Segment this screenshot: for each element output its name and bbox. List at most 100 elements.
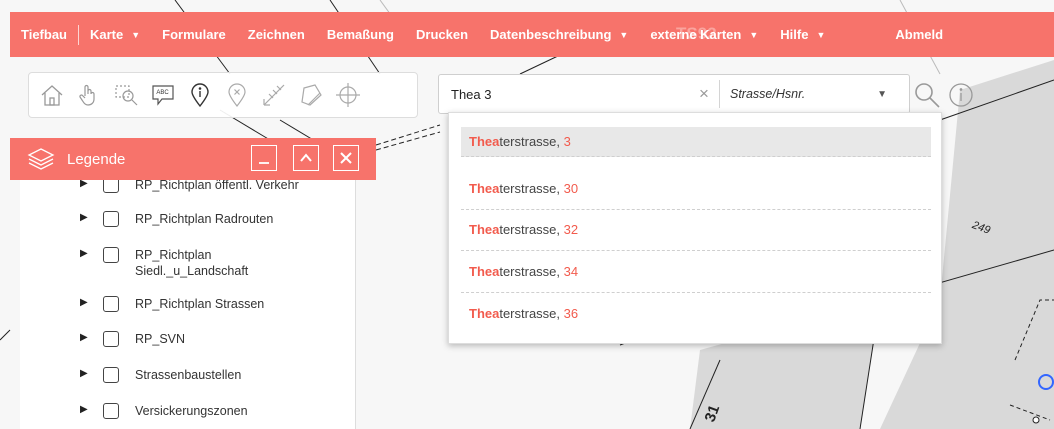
expand-triangle-icon[interactable]: ▶ bbox=[80, 180, 90, 191]
nav-label: Datenbeschreibung bbox=[490, 27, 612, 42]
tool-crosshair[interactable] bbox=[329, 75, 366, 115]
suggestion-item[interactable]: Thea terstrasse, 34 bbox=[461, 251, 931, 293]
expand-triangle-icon[interactable]: ▶ bbox=[80, 331, 90, 345]
legend-header[interactable]: Legende bbox=[10, 138, 376, 180]
tool-home[interactable] bbox=[33, 75, 70, 115]
caret-down-icon: ▼ bbox=[619, 29, 629, 40]
caret-down-icon: ▼ bbox=[816, 29, 826, 40]
legend-item-label: RP_Richtplan Strassen bbox=[135, 297, 265, 311]
minimize-button[interactable] bbox=[251, 145, 277, 171]
layer-checkbox[interactable] bbox=[103, 247, 119, 263]
legend-item-label: Versickerungszonen bbox=[135, 404, 248, 418]
close-button[interactable] bbox=[333, 145, 359, 171]
zoom-box-icon bbox=[114, 85, 137, 106]
suggestion-item[interactable]: Thea terstrasse, 30 bbox=[461, 168, 931, 210]
suggestion-rest: terstrasse, bbox=[499, 134, 564, 149]
nav-label: Drucken bbox=[416, 27, 469, 42]
layers-icon bbox=[27, 148, 55, 170]
tool-remove-marker[interactable] bbox=[218, 75, 255, 115]
search-icon[interactable] bbox=[912, 80, 942, 110]
suggestion-item[interactable]: Thea terstrasse, 3 bbox=[461, 127, 931, 157]
caret-down-icon: ▼ bbox=[749, 29, 759, 40]
close-icon bbox=[340, 152, 352, 164]
layer-checkbox[interactable] bbox=[103, 211, 119, 227]
legend-item: ▶ RP_Richtplan Siedl._u_Landschaft bbox=[20, 247, 255, 279]
remove-marker-icon bbox=[227, 83, 246, 107]
caret-down-icon: ▼ bbox=[131, 29, 141, 40]
main-navbar: TS92 Tiefbau Karte ▼ Formulare Zeichnen B… bbox=[10, 12, 1054, 57]
suggestion-rest: terstrasse, bbox=[499, 222, 564, 238]
nav-hilfe[interactable]: Hilfe ▼ bbox=[769, 12, 836, 57]
measure-line-icon bbox=[262, 84, 284, 106]
suggestion-rest: terstrasse, bbox=[499, 263, 564, 279]
expand-triangle-icon[interactable]: ▶ bbox=[80, 296, 90, 310]
expand-triangle-icon[interactable]: ▶ bbox=[80, 211, 90, 225]
suggestion-number: 3 bbox=[563, 134, 571, 149]
suggestion-rest: terstrasse, bbox=[499, 180, 564, 196]
suggestion-match: Thea bbox=[469, 134, 500, 149]
legend-item: ▶ Versickerungszonen bbox=[20, 403, 335, 419]
tool-text-label[interactable]: ABC bbox=[144, 75, 181, 115]
legend-item-label: RP_Richtplan öffentl. Verkehr bbox=[135, 180, 299, 192]
suggestion-number: 30 bbox=[563, 180, 579, 196]
legend-item: ▶ RP_Richtplan Strassen bbox=[20, 296, 335, 312]
suggestion-number: 34 bbox=[563, 263, 579, 279]
search-type-label: Strasse/Hsnr. bbox=[730, 87, 806, 101]
tool-measure-line[interactable] bbox=[255, 75, 292, 115]
map-toolbar: ABC bbox=[28, 72, 418, 118]
suggestion-number: 32 bbox=[563, 222, 579, 238]
suggestion-item[interactable]: Thea terstrasse, 32 bbox=[461, 210, 931, 251]
search-input[interactable] bbox=[439, 79, 689, 109]
info-circle-icon[interactable] bbox=[948, 82, 974, 108]
layer-checkbox[interactable] bbox=[103, 180, 119, 193]
nav-formulare[interactable]: Formulare bbox=[151, 12, 237, 57]
suggestion-item[interactable]: Thea terstrasse, 36 bbox=[461, 293, 931, 335]
search-bar: × Strasse/Hsnr. ▼ bbox=[438, 74, 910, 114]
expand-triangle-icon[interactable]: ▶ bbox=[80, 247, 90, 261]
expand-triangle-icon[interactable]: ▶ bbox=[80, 367, 90, 381]
clear-icon[interactable]: × bbox=[689, 84, 719, 104]
caret-down-icon: ▼ bbox=[877, 88, 887, 100]
layer-checkbox[interactable] bbox=[103, 296, 119, 312]
crosshair-icon bbox=[335, 83, 360, 107]
nav-label: Zeichnen bbox=[247, 27, 305, 42]
layer-checkbox[interactable] bbox=[103, 367, 119, 383]
nav-datenbeschreibung[interactable]: Datenbeschreibung ▼ bbox=[479, 12, 639, 57]
legend-item-label: RP_Richtplan Siedl._u_Landschaft bbox=[135, 248, 249, 278]
legend-item: ▶ RP_SVN bbox=[20, 331, 335, 347]
legend-item-label: RP_Richtplan Radrouten bbox=[135, 212, 274, 226]
nav-karte[interactable]: Karte ▼ bbox=[79, 12, 151, 57]
expand-triangle-icon[interactable]: ▶ bbox=[80, 403, 90, 417]
suggestion-match: Thea bbox=[469, 222, 500, 238]
tool-pan[interactable] bbox=[70, 75, 107, 115]
search-suggestions: Thea terstrasse, 3 Thea terstrasse, 30 The… bbox=[448, 112, 942, 344]
layer-checkbox[interactable] bbox=[103, 331, 119, 347]
nav-label: Hilfe bbox=[780, 27, 809, 42]
nav-tiefbau[interactable]: Tiefbau bbox=[10, 12, 78, 57]
legend-panel: ▶ RP_Richtplan öffentl. Verkehr ▶ RP_Ric… bbox=[10, 138, 376, 429]
nav-label: Karte bbox=[90, 27, 124, 42]
legend-item-label: Strassenbaustellen bbox=[135, 368, 242, 382]
legend-item-label: RP_SVN bbox=[135, 332, 186, 346]
nav-bemassung[interactable]: Bemaßung bbox=[316, 12, 405, 57]
legend-list[interactable]: ▶ RP_Richtplan öffentl. Verkehr ▶ RP_Ric… bbox=[20, 180, 356, 429]
navbar-watermark: TS92 bbox=[676, 24, 717, 43]
layer-checkbox[interactable] bbox=[103, 403, 119, 419]
text-label-icon-abc: ABC bbox=[156, 90, 169, 96]
measure-area-icon bbox=[300, 84, 322, 106]
home-icon bbox=[41, 85, 62, 106]
legend-item: ▶ RP_Richtplan Radrouten bbox=[20, 211, 335, 227]
nav-zeichnen[interactable]: Zeichnen bbox=[237, 12, 316, 57]
collapse-button[interactable] bbox=[293, 145, 319, 171]
tool-zoom-box[interactable] bbox=[107, 75, 144, 115]
search-type-select[interactable]: Strasse/Hsnr. ▼ bbox=[719, 80, 897, 108]
nav-label: Abmeld bbox=[895, 27, 944, 42]
tool-info[interactable] bbox=[181, 75, 218, 115]
nav-abmelden[interactable]: Abmeld bbox=[884, 12, 954, 57]
chevron-up-icon bbox=[300, 153, 312, 162]
info-pin-icon bbox=[190, 83, 209, 108]
tool-measure-area[interactable] bbox=[292, 75, 329, 115]
nav-drucken[interactable]: Drucken bbox=[405, 12, 479, 57]
minimize-icon bbox=[259, 162, 269, 164]
suggestion-match: Thea bbox=[469, 263, 500, 279]
